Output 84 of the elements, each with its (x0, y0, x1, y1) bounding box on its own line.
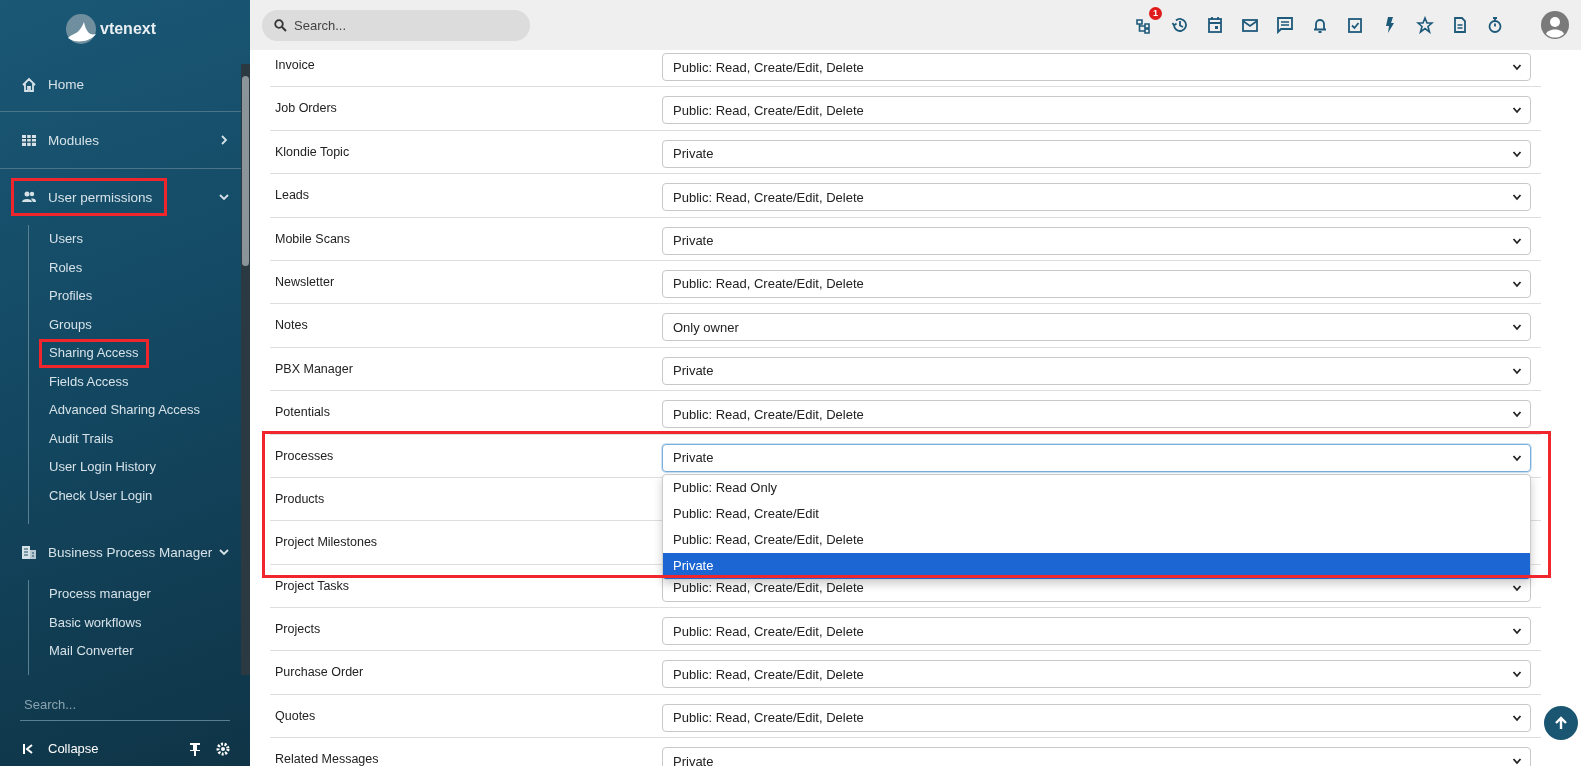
mail-icon[interactable] (1241, 16, 1259, 34)
module-name: Project Milestones (275, 534, 379, 550)
chevron-down-icon (1512, 409, 1522, 420)
module-name: Processes (275, 447, 335, 463)
permission-select[interactable]: Private (662, 226, 1531, 255)
permission-select[interactable]: Public: Read, Create/Edit, Delete (662, 660, 1531, 689)
sidebar-subitem[interactable]: Users (39, 225, 93, 254)
chevron-down-icon (1512, 756, 1522, 766)
star-icon[interactable] (1416, 16, 1434, 34)
sidebar-subitem[interactable]: Groups (39, 310, 102, 339)
module-name: Related Messages (275, 751, 380, 766)
module-name: Invoice (275, 57, 316, 72)
permission-select[interactable]: Public: Read, Create/Edit, Delete (662, 617, 1531, 646)
sidebar-subitem[interactable]: Advanced Sharing Access (39, 396, 211, 425)
module-name: Purchase Order (275, 664, 365, 680)
avatar-icon[interactable] (1541, 11, 1569, 39)
module-name: Job Orders (275, 100, 338, 116)
stopwatch-icon[interactable] (1486, 16, 1504, 34)
permission-select[interactable]: Public: Read, Create/Edit, Delete (662, 53, 1531, 81)
module-name: Mobile Scans (275, 230, 352, 246)
sidebar-subitem[interactable]: Sharing Access (39, 339, 149, 368)
dropdown-option[interactable]: Public: Read, Create/Edit (663, 500, 1530, 527)
notification-badge: 1 (1149, 7, 1162, 20)
chat-icon[interactable] (1276, 16, 1294, 34)
permission-select[interactable]: Public: Read, Create/Edit, Delete (662, 269, 1531, 298)
search-icon (274, 18, 287, 32)
chevron-down-icon (1512, 322, 1522, 333)
dropdown-option[interactable]: Public: Read Only (663, 474, 1530, 501)
sidebar-subitem[interactable]: Basic workflows (39, 608, 152, 637)
module-name: Newsletter (275, 273, 336, 289)
settings-icon[interactable] (216, 741, 230, 756)
scrollbar[interactable] (241, 64, 250, 675)
search-field[interactable]: Search... (20, 693, 230, 721)
sidebar-subitem[interactable]: Mail Converter (39, 637, 144, 666)
sidebar-subitem[interactable]: Check User Login (39, 481, 163, 510)
chevron-down-icon (1512, 105, 1522, 116)
arrow-up-icon (1553, 715, 1569, 731)
sidebar-subitem[interactable]: Process manager (39, 580, 161, 609)
chevron-down-icon (1512, 626, 1522, 637)
history-icon[interactable] (1171, 16, 1189, 34)
module-name: Potentials (275, 404, 331, 420)
permission-select[interactable]: Only owner (662, 313, 1531, 342)
module-name: Products (275, 490, 326, 506)
permission-select[interactable]: Public: Read, Create/Edit, Delete (662, 96, 1531, 125)
building-icon (21, 544, 37, 560)
module-name: Project Tasks (275, 577, 351, 593)
home-icon (21, 76, 37, 93)
sidebar-subitem[interactable]: User Login History (39, 453, 166, 482)
chevron-down-icon (1512, 62, 1522, 72)
permission-select[interactable]: Private (662, 356, 1531, 385)
grid-icon (21, 132, 37, 148)
permission-select[interactable]: Private (662, 747, 1531, 766)
sidebar-subitem[interactable]: Profiles (39, 282, 103, 311)
module-name: Notes (275, 317, 309, 333)
document-icon[interactable] (1451, 16, 1469, 34)
module-name: Projects (275, 621, 322, 637)
dropdown-option[interactable]: Private (663, 552, 1530, 579)
bell-icon[interactable] (1311, 16, 1329, 34)
chevron-down-icon (1512, 192, 1522, 203)
search-field[interactable]: Search... (262, 9, 530, 41)
permission-select[interactable]: Private (662, 139, 1531, 168)
permission-select[interactable]: Private (662, 443, 1531, 472)
sidebar-subitem[interactable]: Fields Access (39, 367, 139, 396)
brand-name: vtenext (100, 20, 156, 38)
sidebar-subitem[interactable]: Audit Trails (39, 424, 124, 453)
module-name: PBX Manager (275, 360, 354, 376)
calendar-icon[interactable] (1206, 16, 1224, 34)
dropdown-option[interactable]: Public: Read, Create/Edit, Delete (663, 526, 1530, 553)
users-icon (21, 189, 37, 205)
sidebar-subitem[interactable]: Roles (39, 253, 93, 282)
permission-select[interactable]: Public: Read, Create/Edit, Delete (662, 703, 1531, 732)
collapse-button[interactable]: Collapse (20, 741, 174, 756)
sidebar-item[interactable]: Business Process Manager (0, 524, 241, 580)
module-name: Leads (275, 187, 311, 203)
chevron-down-icon (1512, 669, 1522, 680)
pin-icon[interactable] (188, 741, 202, 756)
module-name: Quotes (275, 707, 317, 723)
collapse-icon (22, 742, 34, 755)
scroll-top-button[interactable] (1544, 706, 1578, 740)
permission-select[interactable]: Public: Read, Create/Edit, Delete (662, 183, 1531, 212)
permission-select[interactable]: Public: Read, Create/Edit, Delete (662, 400, 1531, 429)
sidebar-item[interactable]: User permissions (0, 169, 241, 225)
module-name: Klondie Topic (275, 143, 351, 159)
clipboard-check-icon[interactable] (1346, 16, 1364, 34)
